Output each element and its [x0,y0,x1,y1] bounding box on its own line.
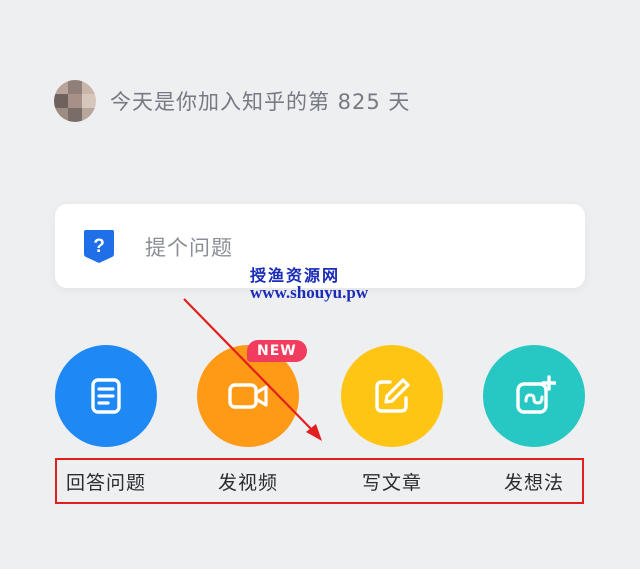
ask-question-placeholder: 提个问题 [145,236,233,260]
answer-question-label[interactable]: 回答问题 [46,468,166,495]
post-idea-label[interactable]: 发想法 [474,468,594,495]
new-badge: NEW [247,340,307,362]
write-article-label[interactable]: 写文章 [332,468,452,495]
svg-text:?: ? [93,236,105,257]
answer-question-button[interactable] [55,345,157,447]
idea-plus-icon [516,375,556,414]
edit-pencil-icon [375,378,410,413]
document-icon [91,378,121,414]
post-video-label[interactable]: 发视频 [188,468,308,495]
write-article-button[interactable] [341,345,443,447]
watermark-url: www.shouyu.pw [250,283,369,302]
post-idea-button[interactable] [483,345,585,447]
question-mark-icon: ? [84,230,114,263]
avatar[interactable] [54,80,96,122]
join-info-row: 今天是你加入知乎的第 825 天 [54,80,410,122]
video-camera-icon [228,383,268,409]
join-days-text: 今天是你加入知乎的第 825 天 [110,90,411,114]
